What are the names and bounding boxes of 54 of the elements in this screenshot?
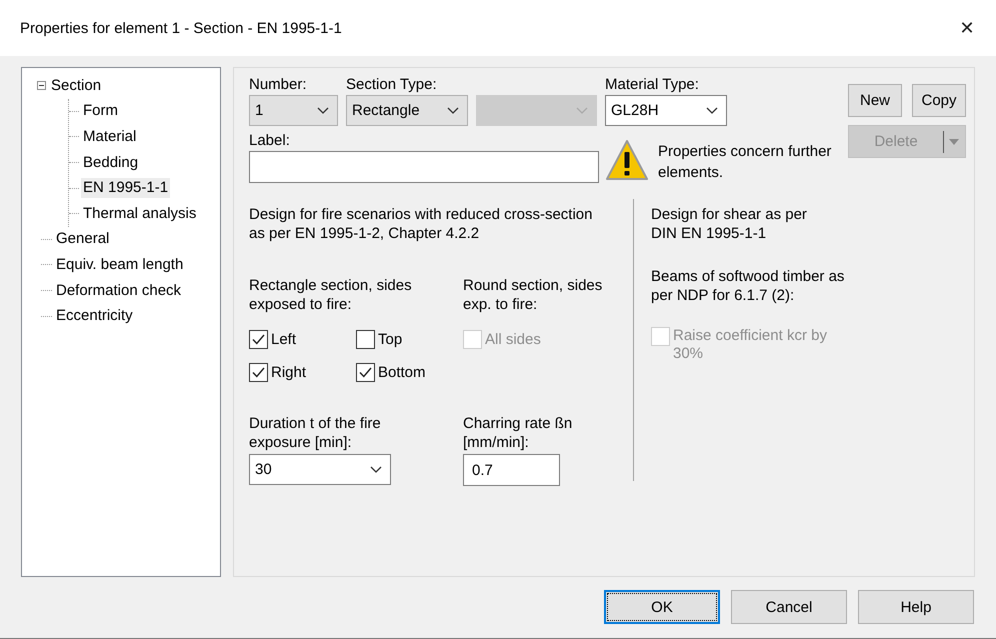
warning-text: Properties concern further elements.	[658, 142, 832, 183]
field-label: Section Type:	[346, 76, 438, 94]
caret-icon	[949, 138, 959, 144]
warning-icon	[605, 138, 649, 182]
tree-item[interactable]: Deformation check	[54, 280, 184, 301]
checkmark-icon	[359, 367, 372, 378]
window-title: Properties for element 1 - Section - EN 1995-1-1	[20, 20, 342, 36]
field-label: Duration t of the fire exposure [min]:	[249, 414, 382, 452]
tree-item[interactable]: General	[54, 229, 112, 250]
section-type-dropdown[interactable]: Rectangle	[346, 95, 468, 126]
tree-item[interactable]: Eccentricity	[54, 306, 135, 326]
section-label: Round section, sides exp. to fire:	[463, 276, 603, 314]
chevron-icon	[706, 107, 718, 114]
checkmark-icon	[252, 367, 265, 378]
material-type-dropdown[interactable]: GL28H	[605, 95, 727, 126]
beams-text: Beams of softwood timber as per NDP for 6.1.7 (2):	[651, 267, 846, 305]
side-checkbox[interactable]: Right	[249, 363, 356, 382]
dialog-button[interactable]: OK	[604, 590, 720, 624]
chevron-icon	[447, 107, 459, 114]
field-label: Label:	[249, 132, 291, 150]
copy-button[interactable]: Copy	[912, 84, 966, 117]
fire-design-text: Design for fire scenarios with reduced cross-section as per EN 1995-1-2, Chapter 4.2.2	[249, 205, 594, 243]
dialog-button[interactable]: Help	[858, 590, 974, 624]
chevron-icon	[576, 107, 588, 114]
field-label: Charring rate ßn [mm/min]:	[463, 414, 574, 452]
tree-item[interactable]: EN 1995-1-1	[81, 178, 170, 198]
field-label: Material Type:	[605, 76, 700, 94]
checkbox[interactable]	[249, 363, 268, 382]
chevron-icon	[317, 107, 329, 114]
tree-item[interactable]: Form	[81, 101, 120, 122]
duration-dropdown[interactable]: 30	[249, 454, 391, 485]
checkbox[interactable]	[356, 363, 375, 382]
chevron-icon	[370, 466, 382, 473]
collapse-icon[interactable]	[36, 80, 47, 92]
checkmark-icon	[252, 334, 265, 345]
field-label: Number:	[249, 76, 308, 94]
dialog-button[interactable]: Cancel	[731, 590, 847, 624]
number-dropdown[interactable]: 1	[249, 95, 338, 126]
shear-design-text: Design for shear as per DIN EN 1995-1-1	[651, 205, 808, 243]
section-label: Rectangle section, sides exposed to fire:	[249, 276, 413, 314]
close-button[interactable]: ✕	[944, 8, 990, 48]
checkbox[interactable]	[356, 330, 375, 349]
charring-rate-input[interactable]: 0.7	[463, 454, 560, 486]
checkbox[interactable]	[249, 330, 268, 349]
tree-item[interactable]: Thermal analysis	[81, 204, 198, 224]
new-button[interactable]: New	[848, 84, 902, 117]
label-input[interactable]	[249, 151, 599, 183]
side-checkbox[interactable]: Top	[356, 330, 456, 349]
tree-item[interactable]: Bedding	[81, 152, 140, 173]
tree-item[interactable]: Section	[49, 76, 104, 96]
tree-item[interactable]: Material	[81, 126, 138, 147]
side-checkbox[interactable]: Left	[249, 330, 356, 349]
side-checkbox[interactable]: Bottom	[356, 363, 456, 382]
tree-item[interactable]: Equiv. beam length	[54, 254, 186, 275]
